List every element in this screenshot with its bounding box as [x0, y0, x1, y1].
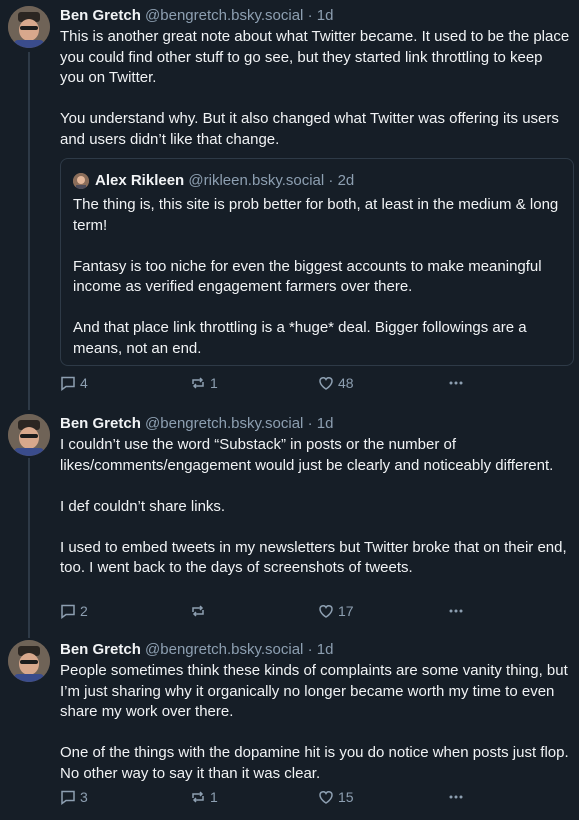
post-age[interactable]: 1d: [317, 415, 334, 432]
quote-header: Alex Rikleen @rikleen.bsky.social · 2d: [73, 171, 354, 191]
repost-count: 1: [210, 375, 218, 391]
repost-button[interactable]: 1: [190, 375, 218, 391]
post-header: Ben Gretch @bengretch.bsky.social · 1d: [60, 414, 333, 434]
post[interactable]: Ben Gretch @bengretch.bsky.social · 1d T…: [0, 0, 579, 400]
like-count: 17: [338, 603, 354, 619]
author-handle[interactable]: @bengretch.bsky.social: [145, 641, 303, 658]
more-options-button[interactable]: [448, 603, 468, 619]
author-name[interactable]: Ben Gretch: [60, 641, 141, 658]
post-age[interactable]: 1d: [317, 641, 334, 658]
avatar[interactable]: [8, 6, 50, 48]
like-button[interactable]: 48: [318, 375, 354, 391]
quote-text: The thing is, this site is prob better f…: [73, 196, 559, 357]
post-text: This is another great note about what Tw…: [60, 28, 570, 148]
repost-arrows-icon: [192, 605, 204, 617]
repost-arrows-icon: [192, 377, 204, 389]
heart-icon: [319, 377, 333, 390]
post-text: People sometimes think these kinds of co…: [60, 662, 569, 782]
reply-button[interactable]: 2: [60, 603, 88, 619]
author-name[interactable]: Ben Gretch: [60, 415, 141, 432]
author-handle[interactable]: @bengretch.bsky.social: [145, 7, 303, 24]
post-header: Ben Gretch @bengretch.bsky.social · 1d: [60, 6, 333, 26]
quote-age: 2d: [337, 172, 355, 189]
post-age[interactable]: 1d: [317, 7, 334, 24]
author-name[interactable]: Ben Gretch: [60, 7, 141, 24]
like-count: 48: [338, 375, 354, 391]
ellipsis-icon: [449, 795, 463, 799]
like-button[interactable]: 17: [318, 603, 354, 619]
avatar[interactable]: [8, 640, 50, 682]
separator: ·: [328, 172, 334, 189]
more-options-button[interactable]: [448, 789, 468, 805]
speech-bubble-icon: [61, 790, 75, 805]
separator: ·: [307, 415, 313, 432]
repost-button[interactable]: [190, 603, 210, 619]
author-handle[interactable]: @bengretch.bsky.social: [145, 415, 303, 432]
avatar[interactable]: [8, 414, 50, 456]
ellipsis-icon: [449, 609, 463, 613]
reply-count: 4: [80, 375, 88, 391]
repost-arrows-icon: [192, 791, 204, 803]
post-text: I couldn’t use the word “Substack” in po…: [60, 436, 567, 576]
reply-count: 2: [80, 603, 88, 619]
speech-bubble-icon: [61, 376, 75, 391]
post-actions: 4 1 48: [60, 375, 480, 395]
quote-author-name: Alex Rikleen: [95, 172, 185, 189]
repost-button[interactable]: 1: [190, 789, 218, 805]
reply-button[interactable]: 3: [60, 789, 88, 805]
reply-count: 3: [80, 789, 88, 805]
post[interactable]: Ben Gretch @bengretch.bsky.social · 1d I…: [0, 408, 579, 624]
reply-button[interactable]: 4: [60, 375, 88, 391]
quote-avatar: [73, 173, 89, 189]
post-actions: 3 1 15: [60, 789, 480, 809]
post-actions: 2 17: [60, 603, 480, 623]
more-options-button[interactable]: [448, 375, 468, 391]
quote-author-handle: @rikleen.bsky.social: [188, 172, 325, 189]
heart-icon: [319, 605, 333, 618]
separator: ·: [307, 641, 313, 658]
repost-count: 1: [210, 789, 218, 805]
speech-bubble-icon: [61, 604, 75, 619]
post[interactable]: Ben Gretch @bengretch.bsky.social · 1d P…: [0, 634, 579, 820]
like-count: 15: [338, 789, 354, 805]
heart-icon: [319, 791, 333, 804]
post-header: Ben Gretch @bengretch.bsky.social · 1d: [60, 640, 333, 660]
like-button[interactable]: 15: [318, 789, 354, 805]
quoted-post[interactable]: Alex Rikleen @rikleen.bsky.social · 2d T…: [60, 158, 574, 366]
separator: ·: [307, 7, 313, 24]
ellipsis-icon: [449, 381, 463, 385]
